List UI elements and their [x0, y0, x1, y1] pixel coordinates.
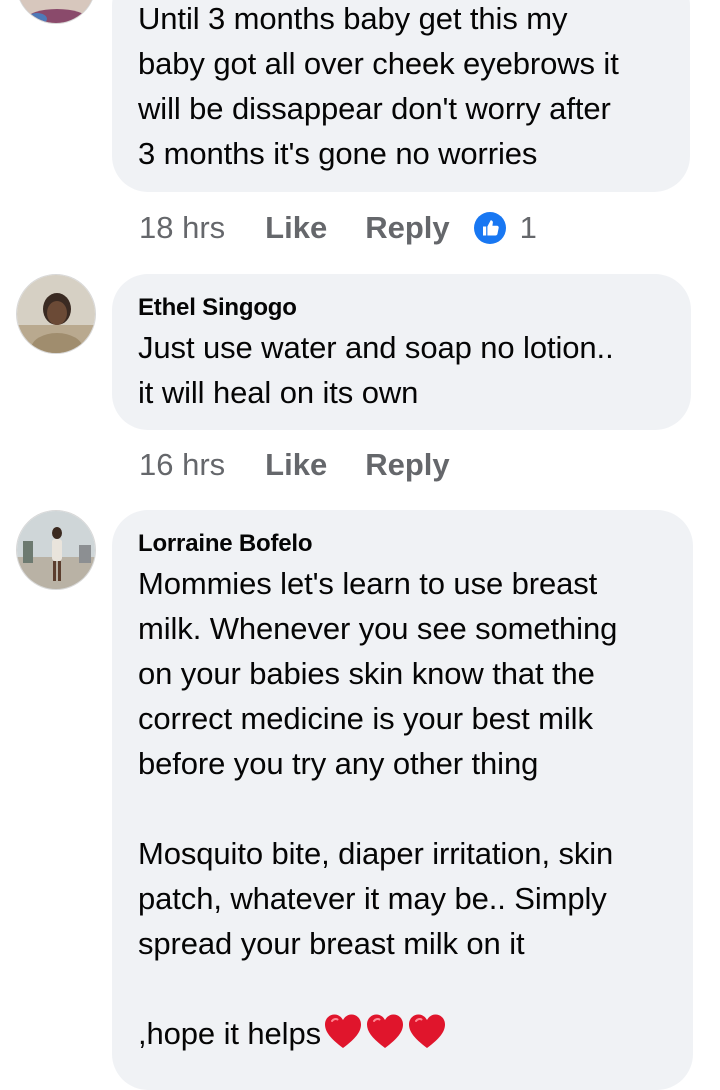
avatar[interactable] — [16, 274, 96, 354]
like-button[interactable]: Like — [265, 210, 327, 246]
comment-text-paragraph-3-line: ,hope it helps — [138, 1011, 667, 1056]
comment-timestamp[interactable]: 16 hrs — [139, 447, 225, 483]
comment-bubble: Ethel Singogo Just use water and soap no… — [112, 274, 691, 430]
like-button[interactable]: Like — [265, 447, 327, 483]
red-heart-icon — [407, 1012, 447, 1052]
comment-bubble: Until 3 months baby get this my baby got… — [112, 0, 690, 192]
comment-actions: 18 hrs Like Reply 1 — [139, 208, 537, 248]
avatar-photo — [17, 275, 95, 353]
comment-text-paragraph-3: ,hope it helps — [138, 1016, 322, 1051]
comment-author[interactable]: Ethel Singogo — [138, 294, 665, 322]
avatar-photo — [17, 511, 95, 589]
reaction-count[interactable]: 1 — [520, 210, 537, 246]
red-heart-icon — [365, 1012, 405, 1052]
like-reaction-icon[interactable] — [473, 212, 506, 244]
comment-text: Just use water and soap no lotion.. it w… — [138, 330, 614, 410]
comment-text: Until 3 months baby get this my baby got… — [138, 1, 619, 171]
red-heart-icon — [323, 1012, 363, 1052]
reply-button[interactable]: Reply — [365, 447, 449, 483]
comment-actions: 16 hrs Like Reply — [139, 445, 474, 485]
comment-text-paragraph-2: Mosquito bite, diaper irritation, skin p… — [138, 836, 614, 961]
reply-button[interactable]: Reply — [365, 210, 449, 246]
avatar-photo — [17, 0, 95, 23]
comment-author[interactable]: Lorraine Bofelo — [138, 530, 667, 558]
avatar[interactable] — [16, 0, 96, 24]
comment-text-paragraph-1: Mommies let's learn to use breast milk. … — [138, 566, 618, 781]
comment-bubble: Lorraine Bofelo Mommies let's learn to u… — [112, 510, 693, 1090]
comment-timestamp[interactable]: 18 hrs — [139, 210, 225, 246]
avatar[interactable] — [16, 510, 96, 590]
